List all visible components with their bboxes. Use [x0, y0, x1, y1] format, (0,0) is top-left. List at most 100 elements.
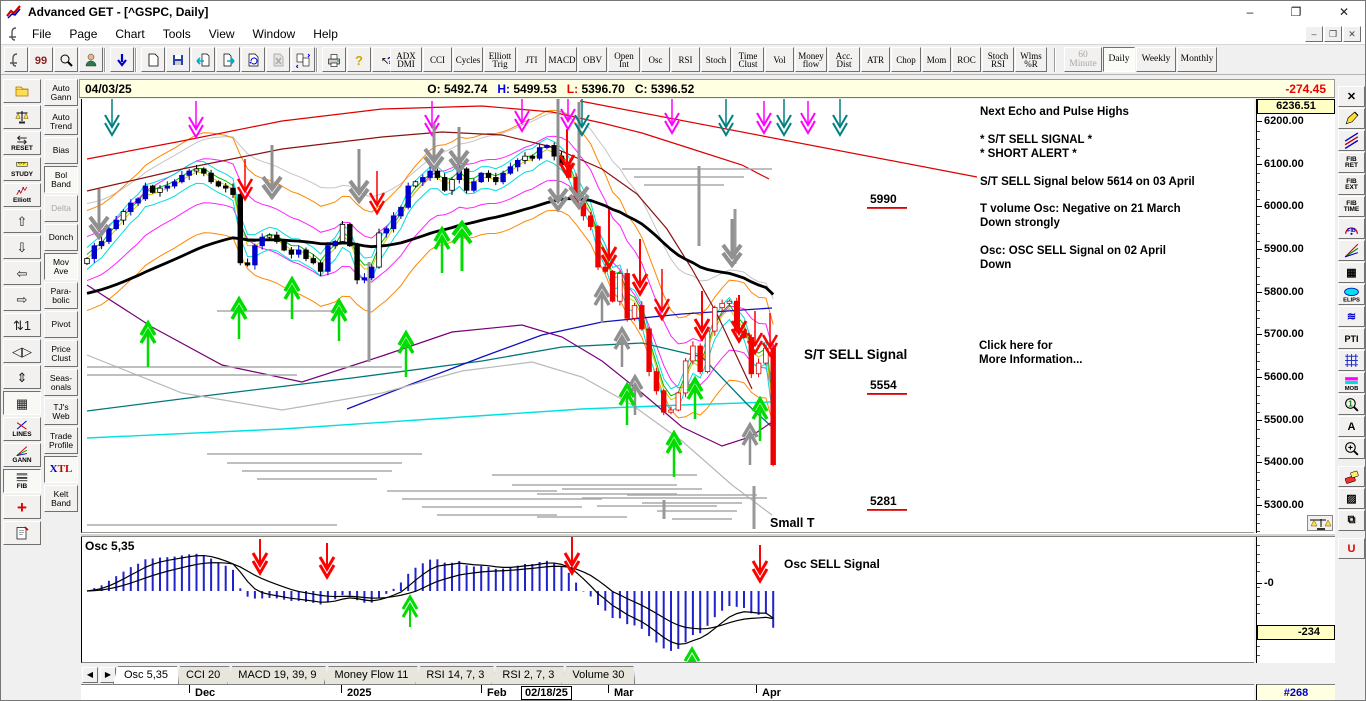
indicator-acc.-dist[interactable]: Acc. Dist [828, 47, 860, 72]
menu-page[interactable]: Page [60, 25, 106, 43]
oscillator-panel[interactable]: Osc 5,35 Osc SELL Signal [81, 537, 1254, 663]
quotes-tool-button[interactable]: 99 [29, 47, 53, 72]
page-refresh-button[interactable] [241, 47, 265, 72]
study-tjs-web-button[interactable]: TJ's Web [44, 398, 78, 425]
pencil-button[interactable] [1338, 108, 1365, 129]
period-monthly[interactable]: Monthly [1177, 47, 1217, 72]
menu-view[interactable]: View [200, 25, 244, 43]
tab-osc-5-35[interactable]: Osc 5,35 [113, 666, 179, 684]
child-restore-button[interactable]: ❐ [1324, 25, 1342, 42]
period-daily[interactable]: Daily [1103, 47, 1135, 72]
help-button[interactable]: ? [347, 47, 371, 72]
tab-scroll-left[interactable]: ◀ [82, 667, 98, 683]
grid-tool-button[interactable]: ▦ [1338, 262, 1365, 283]
fib-ret-button[interactable]: FIB RET [1338, 152, 1365, 173]
price-chart-panel[interactable]: Next Echo and Pulse Highs * S/T SELL SIGN… [81, 99, 1254, 533]
zoom-one-button[interactable]: 1 [1338, 394, 1365, 415]
indicator-cycles[interactable]: Cycles [453, 47, 483, 72]
menu-window[interactable]: Window [244, 25, 305, 43]
tool-grid-button[interactable]: ▦ [3, 391, 41, 415]
magnifier-button[interactable] [54, 47, 78, 72]
trend-lines-button[interactable] [1338, 130, 1365, 151]
fan-lines-button[interactable] [1338, 240, 1365, 261]
indicator-open-int[interactable]: Open Int [608, 47, 640, 72]
study-mov-ave-button[interactable]: Mov Ave [44, 253, 78, 280]
pin-tool-button[interactable] [4, 47, 28, 72]
tool-arrow-left-button[interactable]: ⇦ [3, 261, 41, 285]
multi-lines-button[interactable]: ≋ [1338, 306, 1365, 327]
tab-rsi-14-7-3[interactable]: RSI 14, 7, 3 [415, 666, 495, 684]
zoom-in-button[interactable] [1338, 438, 1365, 459]
save-all-button[interactable] [166, 47, 190, 72]
period-60-minute[interactable]: 60 Minute [1064, 47, 1102, 72]
printer-button[interactable] [322, 47, 346, 72]
page-forward-button[interactable] [216, 47, 240, 72]
text-tool-button[interactable]: A [1338, 416, 1365, 437]
fib-time-button[interactable]: FIB TIME [1338, 196, 1365, 217]
tool-crosshair-plus-button[interactable]: + [3, 495, 41, 519]
mob-button[interactable]: MOB [1338, 372, 1365, 393]
indicator-jti[interactable]: JTI [517, 47, 546, 72]
study-price-clust-button[interactable]: Price Clust [44, 340, 78, 367]
tool-lines-button[interactable]: LINES [3, 417, 41, 441]
page-delete-button[interactable] [266, 47, 290, 72]
indicator-wlms-%r[interactable]: Wlms %R [1015, 47, 1047, 72]
restore-button[interactable]: ❐ [1279, 1, 1313, 23]
study-trade-profile-button[interactable]: Trade Profile [44, 427, 78, 454]
u-tool-button[interactable]: U [1338, 538, 1365, 559]
fib-ext-button[interactable]: FIB EXT [1338, 174, 1365, 195]
indicator-atr[interactable]: ATR [861, 47, 890, 72]
indicator-roc[interactable]: ROC [952, 47, 981, 72]
tool-fib-button[interactable]: FIB [3, 469, 41, 493]
price-scale[interactable]: 6236.51 6200.00 6100.00 6000.00 5900.00 5800… [1256, 99, 1335, 541]
study-para--bolic-button[interactable]: Para- bolic [44, 282, 78, 309]
study-kelt-band-button[interactable]: Kelt Band [44, 485, 78, 512]
study-auto-trend-button[interactable]: Auto Trend [44, 108, 78, 135]
tool-scales-button[interactable] [3, 105, 41, 129]
tab-macd-19-39-9[interactable]: MACD 19, 39, 9 [227, 666, 327, 684]
blue-grid-button[interactable] [1338, 350, 1365, 371]
indicator-rsi[interactable]: RSI [671, 47, 700, 72]
indicator-cci[interactable]: CCI [423, 47, 452, 72]
download-arrow-button[interactable] [110, 47, 134, 72]
tool-notes-button[interactable] [3, 521, 41, 545]
tool-expand-bars-button[interactable]: ◁▷ [3, 339, 41, 363]
indicator-osc[interactable]: Osc [641, 47, 670, 72]
menu-help[interactable]: Help [304, 25, 347, 43]
scale-weight-icon[interactable] [1307, 515, 1333, 531]
menu-chart[interactable]: Chart [106, 25, 153, 43]
tool-open-folder-button[interactable] [3, 79, 41, 103]
child-window-icon[interactable] [7, 26, 23, 42]
ellipse-button[interactable]: ELIPS [1338, 284, 1365, 305]
tab-money-flow-11[interactable]: Money Flow 11 [324, 666, 420, 684]
tool-study-button[interactable]: STUDY [3, 157, 41, 181]
indicator-time-clust[interactable]: Time Clust [732, 47, 764, 72]
close-chart-button[interactable]: ✕ [1338, 86, 1365, 107]
indicator-obv[interactable]: OBV [578, 47, 607, 72]
eraser-button[interactable] [1338, 466, 1365, 487]
indicator-stoch-rsi[interactable]: Stoch RSI [982, 47, 1014, 72]
study-delta-button[interactable]: Delta [44, 195, 78, 222]
minimize-button[interactable]: – [1233, 1, 1267, 23]
tab-cci-20[interactable]: CCI 20 [175, 666, 231, 684]
indicator-money-flow[interactable]: Money flow [795, 47, 827, 72]
pattern-fill-button[interactable]: ▨ [1338, 488, 1365, 509]
tab-scroll-right[interactable]: ▶ [100, 667, 116, 683]
period-weekly[interactable]: Weekly [1136, 47, 1176, 72]
tool-arrow-down-button[interactable]: ⇩ [3, 235, 41, 259]
study-bol-band-button[interactable]: Bol Band [44, 166, 78, 193]
pti-button[interactable]: PTI [1338, 328, 1365, 349]
tool-sort-bars-button[interactable]: ⇅1 [3, 313, 41, 337]
tool-arrow-up-button[interactable]: ⇧ [3, 209, 41, 233]
pages-swap-button[interactable] [291, 47, 315, 72]
copy-pages-button[interactable]: ⧉ [1338, 510, 1365, 531]
study-pivot-button[interactable]: Pivot [44, 311, 78, 338]
chart-annotation[interactable]: Click here for [979, 340, 1053, 352]
page-back-button[interactable] [191, 47, 215, 72]
indicator-elliott-trig[interactable]: Elliott Trig [484, 47, 516, 72]
tool-elliott-button[interactable]: Elliott [3, 183, 41, 207]
child-minimize-button[interactable]: – [1305, 25, 1323, 42]
indicator-chop[interactable]: Chop [891, 47, 921, 72]
indicator-adx-dmi[interactable]: ADX DMI [390, 47, 422, 72]
indicator-stoch[interactable]: Stoch [701, 47, 731, 72]
